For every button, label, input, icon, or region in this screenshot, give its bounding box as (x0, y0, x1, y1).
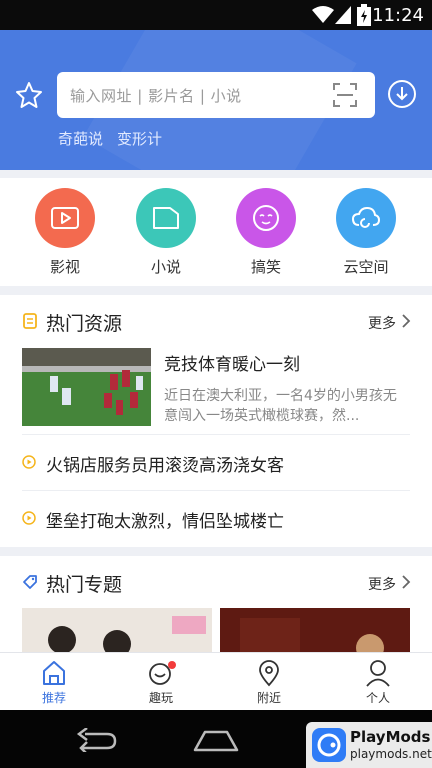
battery-icon (357, 4, 371, 26)
tab-label: 趣玩 (148, 691, 173, 705)
section-title: 热门资源 (46, 313, 123, 335)
category-label: 搞笑 (250, 258, 281, 276)
news-thumbnail (22, 348, 151, 426)
section-title: 热门专题 (46, 574, 123, 596)
more-link[interactable]: 更多 (368, 313, 396, 333)
fun-icon (148, 659, 176, 687)
topic-image[interactable] (220, 608, 410, 656)
list-item[interactable]: 火锅店服务员用滚烫高汤浇女客 (22, 434, 410, 490)
category-grid: 影视 小说 搞笑 云空间 (0, 178, 432, 286)
tab-recommend[interactable]: 推荐 (24, 659, 84, 706)
tag-icon (23, 575, 37, 589)
hot-resources-section: 热门资源 更多 竞技体育暖心一刻 近日在澳大利亚，一名4岁的小男孩无意闯入一场英… (0, 295, 432, 547)
news-summary: 近日在澳大利亚，一名4岁的小男孩无意闯入一场英式橄榄球赛，然... (164, 388, 397, 424)
more-link[interactable]: 更多 (368, 574, 396, 594)
search-input[interactable]: 输入网址 | 影片名 | 小说 (57, 72, 375, 118)
category-label: 小说 (150, 258, 181, 276)
topic-image[interactable] (22, 608, 212, 656)
scan-icon[interactable] (333, 83, 357, 107)
home-icon (41, 659, 67, 687)
hot-topics-section: 热门专题 更多 (0, 556, 432, 656)
back-icon[interactable] (75, 728, 117, 752)
person-icon (365, 659, 391, 687)
novel-icon (136, 188, 196, 248)
document-icon (23, 313, 37, 329)
clock: 11:24 (372, 5, 424, 26)
bottom-tab-bar: 推荐 趣玩 附近 个人 (0, 652, 432, 710)
news-headline: 竞技体育暖心一刻 (164, 355, 300, 375)
tab-nearby[interactable]: 附近 (239, 659, 299, 706)
home-nav-icon[interactable] (193, 730, 239, 752)
video-icon (35, 188, 95, 248)
featured-news[interactable]: 竞技体育暖心一刻 近日在澳大利亚，一名4岁的小男孩无意闯入一场英式橄榄球赛，然.… (22, 348, 410, 426)
watermark: PlayMods playmods.net (306, 722, 432, 768)
category-video[interactable]: 影视 (30, 188, 100, 277)
chevron-right-icon[interactable] (400, 313, 412, 329)
header: 输入网址 | 影片名 | 小说 奇葩说 变形计 (0, 30, 432, 170)
quick-link[interactable]: 奇葩说 (58, 128, 103, 149)
tab-label: 附近 (256, 691, 281, 705)
list-item-title: 火锅店服务员用滚烫高汤浇女客 (46, 456, 284, 476)
watermark-name: PlayMods (350, 728, 431, 746)
category-label: 影视 (49, 258, 80, 276)
tab-profile[interactable]: 个人 (348, 659, 408, 706)
quick-links: 奇葩说 变形计 (58, 128, 162, 149)
list-item[interactable]: 堡垒打砲太激烈，情侣坠城楼亡 (22, 490, 410, 546)
chevron-right-icon[interactable] (400, 574, 412, 590)
cloud-icon (336, 188, 396, 248)
tab-label: 个人 (365, 691, 390, 705)
tab-label: 推荐 (41, 691, 66, 705)
play-bullet-icon (22, 511, 36, 525)
category-funny[interactable]: 搞笑 (231, 188, 301, 277)
section-header: 热门资源 更多 (0, 295, 432, 347)
watermark-site: playmods.net (350, 747, 432, 761)
category-novel[interactable]: 小说 (131, 188, 201, 277)
signal-icon (335, 6, 351, 24)
download-icon[interactable] (387, 79, 417, 109)
category-label: 云空间 (343, 258, 389, 276)
playmods-logo-icon (312, 728, 346, 762)
star-icon[interactable] (14, 80, 44, 110)
play-bullet-icon (22, 455, 36, 469)
tab-fun[interactable]: 趣玩 (131, 659, 191, 706)
search-placeholder: 输入网址 | 影片名 | 小说 (70, 87, 242, 105)
list-item-title: 堡垒打砲太激烈，情侣坠城楼亡 (46, 512, 284, 532)
status-bar: 11:24 (0, 0, 432, 30)
notification-dot (168, 661, 176, 669)
funny-face-icon (236, 188, 296, 248)
wifi-icon (312, 6, 334, 23)
location-icon (256, 659, 282, 687)
quick-link[interactable]: 变形计 (117, 128, 162, 149)
section-header: 热门专题 更多 (0, 556, 432, 608)
category-cloud[interactable]: 云空间 (331, 188, 401, 277)
